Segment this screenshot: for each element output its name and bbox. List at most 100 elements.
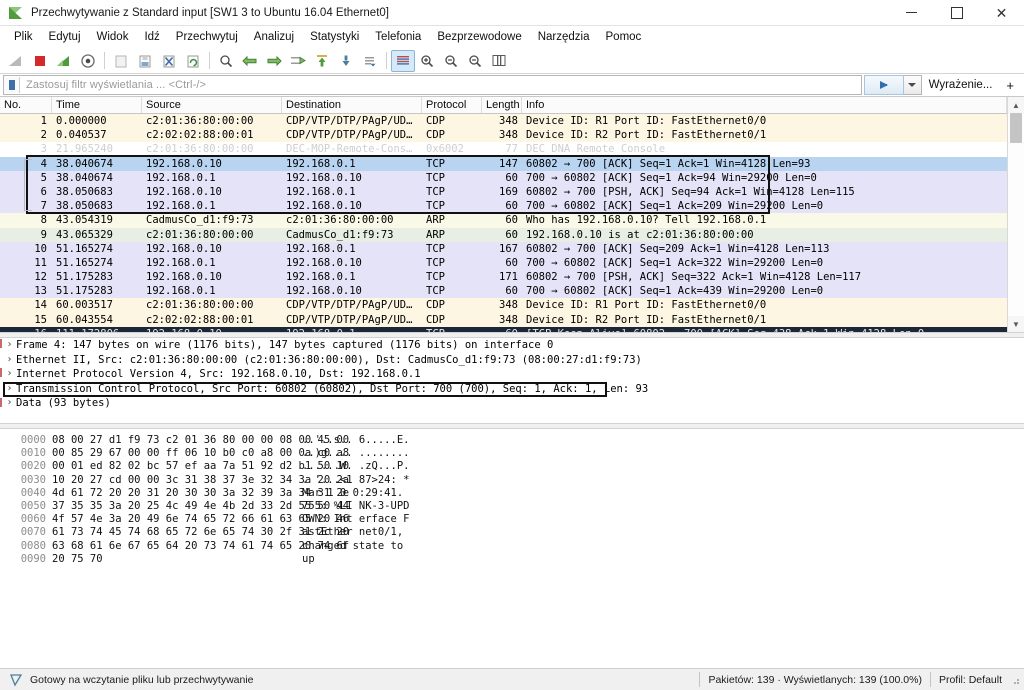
hex-row[interactable]: 0060 4f 57 4e 3a 20 49 6e 74 65 72 66 61 … bbox=[0, 513, 1024, 526]
chevron-right-icon[interactable]: › bbox=[3, 353, 16, 368]
detail-row[interactable]: › Data (93 bytes) bbox=[0, 396, 1024, 411]
chevron-right-icon[interactable]: › bbox=[3, 396, 16, 411]
bookmark-icon[interactable] bbox=[4, 77, 20, 93]
go-to-first-icon[interactable] bbox=[310, 50, 334, 72]
menu-item-widok[interactable]: Widok bbox=[89, 29, 137, 45]
menu-item-przechwytuj[interactable]: Przechwytuj bbox=[168, 29, 246, 45]
filter-input-wrapper[interactable]: Zastosuj filtr wyświetlania ... <Ctrl-/> bbox=[3, 75, 862, 95]
close-file-icon[interactable] bbox=[157, 50, 181, 72]
scroll-down-icon[interactable]: ▼ bbox=[1008, 316, 1024, 332]
detail-row[interactable]: › Transmission Control Protocol, Src Port… bbox=[0, 382, 1024, 397]
column-header-info[interactable]: Info bbox=[522, 97, 1007, 113]
maximize-button[interactable] bbox=[934, 0, 979, 25]
table-row[interactable]: 3 21.965240 c2:01:36:80:00:00 DEC-MOP-Remot… bbox=[0, 142, 1007, 157]
menu-item-plik[interactable]: Plik bbox=[6, 29, 41, 45]
scrollbar-thumb[interactable] bbox=[1010, 113, 1022, 143]
add-filter-button[interactable]: + bbox=[999, 78, 1021, 93]
cell-no: 8 bbox=[40, 214, 47, 227]
open-file-icon[interactable] bbox=[109, 50, 133, 72]
table-row[interactable]: 10 51.165274 192.168.0.10 192.168.0.1 TCP 167… bbox=[0, 241, 1007, 256]
close-button[interactable]: ✕ bbox=[979, 0, 1024, 25]
packet-list-body[interactable]: No. Time Source Destination Protocol Length In… bbox=[0, 97, 1007, 332]
resize-columns-icon[interactable] bbox=[487, 50, 511, 72]
menu-item-telefonia[interactable]: Telefonia bbox=[367, 29, 429, 45]
table-row[interactable]: 14 60.003517 c2:01:36:80:00:00 CDP/VTP/DTP/… bbox=[0, 298, 1007, 313]
detail-row[interactable]: › Frame 4: 147 bytes on wire (1176 bits),… bbox=[0, 338, 1024, 353]
chevron-right-icon[interactable]: › bbox=[3, 338, 16, 353]
menu-item-edytuj[interactable]: Edytuj bbox=[41, 29, 89, 45]
restart-capture-icon[interactable] bbox=[52, 50, 76, 72]
hex-row[interactable]: 0050 37 35 35 3a 20 25 4c 49 4e 4b 2d 33 … bbox=[0, 500, 1024, 513]
table-row[interactable]: 12 51.175283 192.168.0.10 192.168.0.1 TCP 171… bbox=[0, 270, 1007, 285]
table-row[interactable]: 13 51.175283 192.168.0.1 192.168.0.10 TCP 60 7… bbox=[0, 284, 1007, 299]
zoom-reset-icon[interactable] bbox=[463, 50, 487, 72]
save-file-icon[interactable] bbox=[133, 50, 157, 72]
detail-row[interactable]: › Ethernet II, Src: c2:01:36:80:00:00 (c2… bbox=[0, 353, 1024, 368]
hex-row[interactable]: 0080 63 68 61 6e 67 65 64 20 73 74 61 74 … bbox=[0, 540, 1024, 553]
menu-item-bezprzewodowe[interactable]: Bezprzewodowe bbox=[429, 29, 529, 45]
table-row[interactable]: 9 43.065329 c2:01:36:80:00:00 CadmusCo_d1:f… bbox=[0, 227, 1007, 242]
stop-capture-icon[interactable] bbox=[28, 50, 52, 72]
packet-list[interactable]: No. Time Source Destination Protocol Length In… bbox=[0, 97, 1024, 332]
packet-details-pane[interactable]: › Frame 4: 147 bytes on wire (1176 bits),… bbox=[0, 338, 1024, 423]
filter-expression-button[interactable]: Wyrażenie... bbox=[922, 79, 1000, 91]
chevron-right-icon[interactable]: › bbox=[3, 382, 16, 397]
table-row[interactable]: 7 38.050683 192.168.0.1 192.168.0.10 TCP 60 70… bbox=[0, 199, 1007, 214]
table-row[interactable]: 16111.172806192.168.0.10192.168.0.1TCP60… bbox=[0, 326, 1007, 332]
scroll-up-icon[interactable]: ▲ bbox=[1008, 97, 1024, 113]
zoom-out-icon[interactable] bbox=[439, 50, 463, 72]
start-capture-icon[interactable] bbox=[4, 50, 28, 72]
scrollbar-track[interactable] bbox=[1008, 113, 1024, 316]
hex-row[interactable]: 0070 61 73 74 45 74 68 65 72 6e 65 74 30 … bbox=[0, 526, 1024, 539]
column-header-length[interactable]: Length bbox=[482, 97, 522, 113]
hex-row[interactable]: 0040 4d 61 72 20 20 31 20 30 30 3a 32 39 … bbox=[0, 487, 1024, 500]
hex-row[interactable]: 0090 20 75 70 up bbox=[0, 553, 1024, 566]
menu-item-pomoc[interactable]: Pomoc bbox=[598, 29, 650, 45]
table-row[interactable]: 6 38.050683 192.168.0.10 192.168.0.1 TCP 169 6… bbox=[0, 184, 1007, 200]
packet-list-rows[interactable]: 1 0.000000 c2:01:36:80:00:00 CDP/VTP/DTP/PA… bbox=[0, 114, 1007, 332]
packet-list-header[interactable]: No. Time Source Destination Protocol Length In… bbox=[0, 97, 1007, 114]
packet-list-scrollbar[interactable]: ▲ ▼ bbox=[1007, 97, 1024, 332]
wireshark-status-icon[interactable] bbox=[8, 672, 24, 688]
minimize-button[interactable] bbox=[889, 0, 934, 25]
go-back-icon[interactable] bbox=[238, 50, 262, 72]
column-header-time[interactable]: Time bbox=[52, 97, 142, 113]
table-row[interactable]: 15 60.043554 c2:02:02:88:00:01 CDP/VTP/DTP/… bbox=[0, 312, 1007, 327]
detail-rows[interactable]: › Frame 4: 147 bytes on wire (1176 bits),… bbox=[0, 338, 1024, 411]
go-to-last-icon[interactable] bbox=[334, 50, 358, 72]
column-header-protocol[interactable]: Protocol bbox=[422, 97, 482, 113]
table-row[interactable]: 8 43.054319 CadmusCo_d1:f9:73 c2:01:36:80:0… bbox=[0, 213, 1007, 228]
go-to-packet-icon[interactable] bbox=[286, 50, 310, 72]
menu-item-analizuj[interactable]: Analizuj bbox=[246, 29, 302, 45]
filter-dropdown-button[interactable] bbox=[903, 75, 922, 95]
menu-item-id[interactable]: Idź bbox=[136, 29, 167, 45]
column-header-no[interactable]: No. bbox=[0, 97, 52, 113]
table-row[interactable]: 2 0.040537 c2:02:02:88:00:01 CDP/VTP/DTP/PA… bbox=[0, 128, 1007, 143]
autoscroll-icon[interactable] bbox=[358, 50, 382, 72]
zoom-in-icon[interactable] bbox=[415, 50, 439, 72]
hex-row[interactable]: 0030 10 20 27 cd 00 00 3c 31 38 37 3e 32 … bbox=[0, 474, 1024, 487]
column-header-source[interactable]: Source bbox=[142, 97, 282, 113]
menu-item-statystyki[interactable]: Statystyki bbox=[302, 29, 367, 45]
hex-row[interactable]: 0020 00 01 ed 82 02 bc 57 ef aa 7a 51 92 … bbox=[0, 460, 1024, 473]
capture-options-icon[interactable] bbox=[76, 50, 100, 72]
go-forward-icon[interactable] bbox=[262, 50, 286, 72]
profile-label[interactable]: Profil: Default bbox=[939, 674, 1002, 686]
hex-row[interactable]: 0010 00 85 29 67 00 00 ff 06 10 b0 c0 a8 … bbox=[0, 447, 1024, 460]
detail-row[interactable]: › Internet Protocol Version 4, Src: 192.1… bbox=[0, 367, 1024, 382]
packet-bytes-pane[interactable]: 0000 08 00 27 d1 f9 73 c2 01 36 80 00 00 … bbox=[0, 429, 1024, 668]
column-header-destination[interactable]: Destination bbox=[282, 97, 422, 113]
chevron-right-icon[interactable]: › bbox=[3, 367, 16, 382]
apply-filter-button[interactable] bbox=[863, 75, 904, 95]
resize-grip-icon[interactable] bbox=[1010, 675, 1020, 685]
table-row[interactable]: 11 51.165274 192.168.0.1 192.168.0.10 TCP 60 7… bbox=[0, 255, 1007, 271]
find-packet-icon[interactable] bbox=[214, 50, 238, 72]
menu-item-narzdzia[interactable]: Narzędzia bbox=[530, 29, 598, 45]
table-row[interactable]: 4 38.040674 192.168.0.10 192.168.0.1 TCP 147 6… bbox=[0, 156, 1007, 171]
colorize-icon[interactable] bbox=[391, 49, 415, 72]
hex-row[interactable]: 0000 08 00 27 d1 f9 73 c2 01 36 80 00 00 … bbox=[0, 434, 1024, 447]
bytes-rows[interactable]: 0000 08 00 27 d1 f9 73 c2 01 36 80 00 00 … bbox=[0, 429, 1024, 566]
table-row[interactable]: 1 0.000000 c2:01:36:80:00:00 CDP/VTP/DTP/PA… bbox=[0, 114, 1007, 129]
table-row[interactable]: 5 38.040674 192.168.0.1 192.168.0.10 TCP 60 70… bbox=[0, 170, 1007, 185]
reload-file-icon[interactable] bbox=[181, 50, 205, 72]
